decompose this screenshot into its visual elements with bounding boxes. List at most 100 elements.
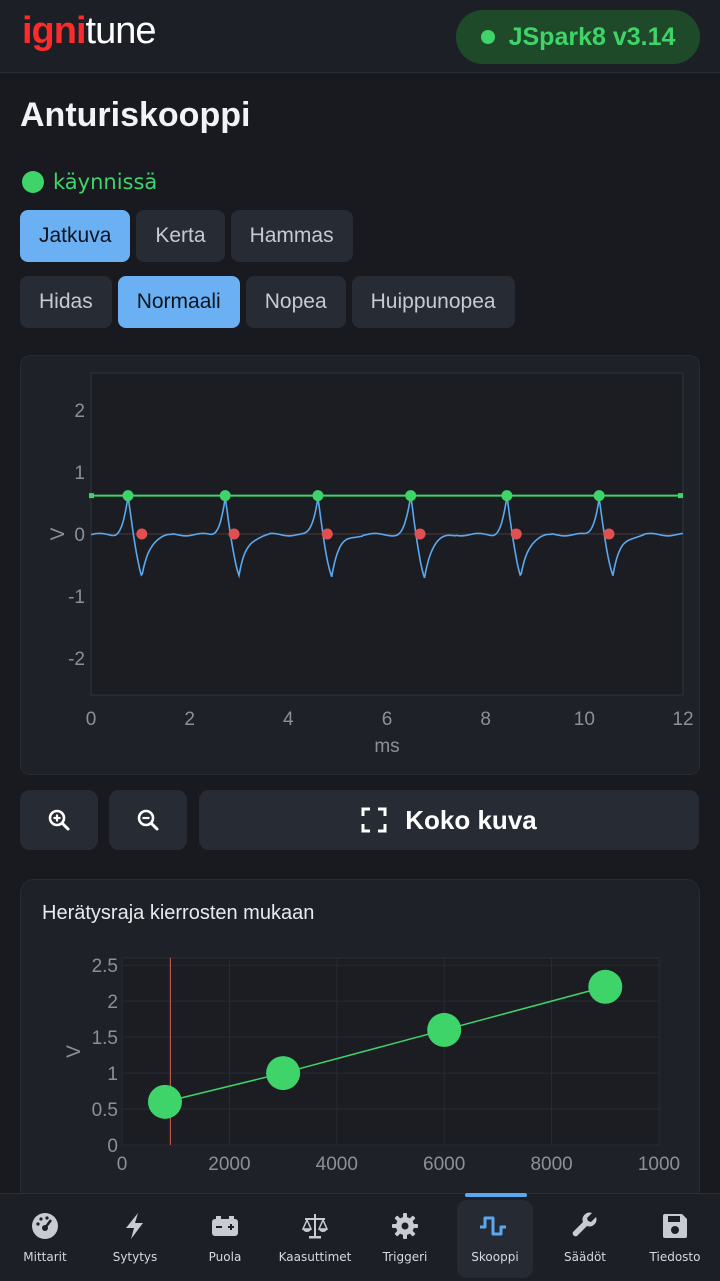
top-bar: ignitune JSpark8 v3.14: [0, 0, 720, 73]
threshold-chart-card: Herätysraja kierrosten mukaan 0 0.5 1 1.5 2 2…: [20, 879, 700, 1211]
gear-icon: [392, 1213, 418, 1239]
nav-item-tiedosto[interactable]: Tiedosto: [630, 1194, 720, 1281]
y-tick-label: 2.5: [92, 956, 118, 977]
nav-item-mittarit[interactable]: Mittarit: [0, 1194, 90, 1281]
mode-button-jatkuva[interactable]: Jatkuva: [20, 210, 131, 262]
x-axis-label: ms: [374, 736, 399, 757]
fit-view-label: Koko kuva: [405, 804, 537, 835]
nav-item-saadot[interactable]: Säädöt: [540, 1194, 630, 1281]
trigger-point: [405, 490, 417, 502]
y-tick-label: 2: [107, 992, 118, 1013]
scale-icon: [301, 1214, 329, 1239]
nav-label: Skooppi: [471, 1250, 519, 1264]
y-tick-label: 1: [107, 1064, 118, 1085]
nav-label: Sytytys: [112, 1250, 158, 1264]
nav-item-sytytys[interactable]: Sytytys: [90, 1194, 180, 1281]
device-label: JSpark8 v3.14: [508, 22, 676, 51]
scope-chart[interactable]: 210-1-20 2 4 6 8 10 12msV: [21, 356, 699, 774]
bottom-navigation: Mittarit Sytytys Puola Kaasuttimet Trigg…: [0, 1193, 720, 1281]
falling-point: [321, 528, 333, 540]
falling-point: [510, 528, 522, 540]
x-tick-label: 6: [382, 709, 393, 730]
threshold-point: [427, 1012, 462, 1047]
y-tick-label: 2: [74, 401, 85, 422]
run-status: käynnissä: [22, 170, 157, 194]
speed-button-nopea[interactable]: Nopea: [245, 276, 346, 328]
battery-icon: [212, 1216, 238, 1236]
x-tick-label: 8: [480, 709, 491, 730]
trigger-point: [219, 490, 231, 502]
y-axis-label: V: [48, 527, 69, 540]
x-tick-label: 0: [86, 709, 97, 730]
threshold-end-marker: [678, 493, 683, 499]
y-tick-label: -1: [68, 587, 85, 608]
nav-item-skooppi[interactable]: Skooppi: [455, 1193, 545, 1281]
connection-dot-icon: [480, 30, 495, 44]
nav-label: Säädöt: [564, 1250, 606, 1264]
x-tick-label: 0: [117, 1154, 128, 1175]
y-tick-label: 0: [74, 525, 85, 546]
x-tick-label: 8000: [530, 1154, 572, 1175]
active-tab-indicator: [465, 1193, 527, 1197]
zoom-in-icon: [48, 809, 70, 831]
fullscreen-icon: [361, 807, 387, 833]
threshold-point: [266, 1056, 301, 1091]
threshold-point: [588, 969, 623, 1004]
trigger-point: [501, 490, 513, 502]
speed-button-huippunopea[interactable]: Huippunopea: [351, 276, 515, 328]
mode-button-kerta[interactable]: Kerta: [136, 210, 225, 262]
y-axis-label: V: [64, 1045, 85, 1058]
zoom-out-button[interactable]: [109, 790, 187, 850]
y-tick-label: 0.5: [92, 1100, 118, 1121]
trigger-point: [122, 490, 134, 502]
nav-label: Kaasuttimet: [278, 1250, 352, 1264]
falling-point: [603, 528, 615, 540]
falling-point: [136, 528, 148, 540]
threshold-point: [147, 1084, 182, 1119]
falling-point: [414, 528, 426, 540]
zoom-out-icon: [137, 809, 159, 831]
mode-button-hammas[interactable]: Hammas: [230, 210, 353, 262]
nav-item-kaasuttimet[interactable]: Kaasuttimet: [270, 1194, 360, 1281]
nav-label: Triggeri: [382, 1250, 428, 1264]
scope-chart-card: 2 1 0 -1 -2 0 2 4 6 8 10 12 ms V: [20, 355, 700, 775]
x-tick-label: 4000: [316, 1154, 358, 1175]
threshold-end-marker: [89, 493, 94, 499]
x-tick-label: 1000: [638, 1154, 680, 1175]
save-icon: [663, 1214, 687, 1238]
fit-view-button[interactable]: Koko kuva: [199, 790, 699, 850]
speed-button-normaali[interactable]: Normaali: [117, 276, 240, 328]
x-tick-label: 10: [574, 709, 595, 730]
x-tick-label: 6000: [423, 1154, 465, 1175]
nav-item-puola[interactable]: Puola: [180, 1194, 270, 1281]
nav-item-triggeri[interactable]: Triggeri: [360, 1194, 450, 1281]
bolt-icon: [126, 1213, 143, 1239]
nav-label: Puola: [208, 1250, 242, 1264]
status-dot-icon: [22, 171, 44, 193]
page-title: Anturiskooppi: [20, 96, 251, 134]
wrench-icon: [572, 1212, 597, 1237]
device-status-badge[interactable]: JSpark8 v3.14: [456, 10, 700, 64]
speed-selector: Hidas Normaali Nopea Huippunopea: [20, 276, 515, 328]
x-tick-label: 2: [184, 709, 195, 730]
y-tick-label: 1: [74, 463, 85, 484]
nav-label: Tiedosto: [649, 1250, 701, 1264]
plot-area: [121, 957, 660, 1146]
falling-point: [228, 528, 240, 540]
x-tick-label: 4: [283, 709, 294, 730]
y-tick-label: -2: [68, 649, 85, 670]
app-logo: ignitune: [22, 10, 157, 52]
zoom-in-button[interactable]: [20, 790, 98, 850]
speed-button-hidas[interactable]: Hidas: [20, 276, 112, 328]
x-tick-label: 12: [672, 709, 693, 730]
y-tick-label: 1.5: [92, 1028, 118, 1049]
status-label: käynnissä: [53, 170, 158, 194]
trigger-point: [312, 490, 324, 502]
threshold-chart[interactable]: 00.511.522.50 2000 4000 6000 8000 1000V: [21, 880, 699, 1200]
gauge-icon: [32, 1213, 58, 1239]
mode-selector: Jatkuva Kerta Hammas: [20, 210, 353, 262]
trigger-point: [593, 490, 605, 502]
waveform-icon: [480, 1216, 506, 1236]
nav-label: Mittarit: [23, 1250, 67, 1264]
x-tick-label: 2000: [208, 1154, 250, 1175]
